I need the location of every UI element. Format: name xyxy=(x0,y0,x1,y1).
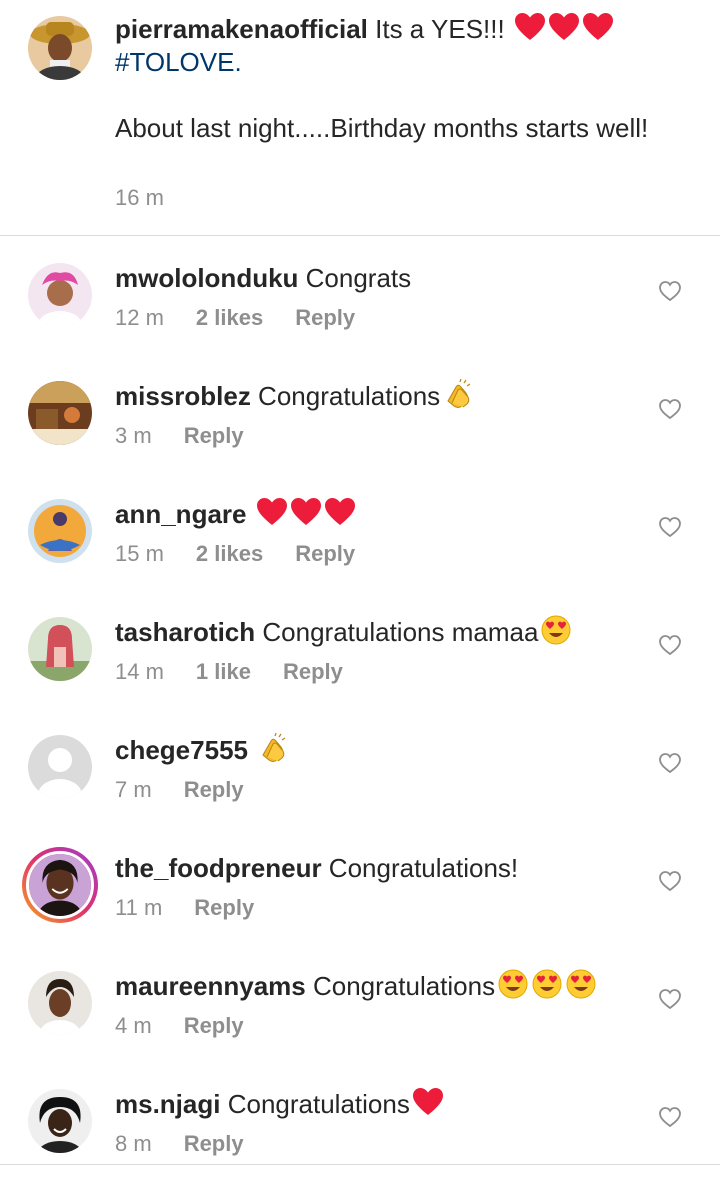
comment-text: Congratulations xyxy=(250,381,441,411)
post-caption: pierramakenaofficial Its a YES!!! #TOLOV… xyxy=(0,0,720,236)
comment-time: 3 m xyxy=(115,423,152,448)
caption-body: pierramakenaofficial Its a YES!!! #TOLOV… xyxy=(115,12,695,145)
comment-avatar[interactable] xyxy=(28,381,92,445)
comment-likes[interactable]: 2 likes xyxy=(196,541,263,566)
caption-hashtag[interactable]: #TOLOVE. xyxy=(115,47,242,77)
caption-text: Its a YES!!! xyxy=(375,14,505,44)
clapping-hands-icon xyxy=(262,733,286,762)
comment-row: chege7555 7 m Reply xyxy=(0,733,720,853)
like-heart-icon[interactable] xyxy=(658,751,682,775)
comment-username[interactable]: chege7555 xyxy=(115,735,248,765)
reply-button[interactable]: Reply xyxy=(194,895,254,920)
comment-likes[interactable]: 2 likes xyxy=(196,305,263,330)
comment-text: Congratulations mamaa xyxy=(255,617,539,647)
clapping-hands-icon xyxy=(447,379,471,408)
comment-avatar[interactable] xyxy=(28,1089,92,1153)
comment-username[interactable]: ms.njagi xyxy=(115,1089,220,1119)
red-heart-icon xyxy=(256,498,287,525)
reply-button[interactable]: Reply xyxy=(283,659,343,684)
red-heart-icon xyxy=(412,1088,443,1115)
caption-emojis xyxy=(512,13,614,44)
comment-text: Congratulations! xyxy=(321,853,519,883)
like-heart-icon[interactable] xyxy=(658,633,682,657)
comment-text-line: tasharotich Congratulations mamaa xyxy=(115,615,572,649)
like-heart-icon[interactable] xyxy=(658,1105,682,1129)
comment-meta: 8 m Reply xyxy=(115,1131,276,1157)
heart-eyes-face-icon xyxy=(498,969,528,999)
comment-meta: 11 m Reply xyxy=(115,895,286,921)
comment-time: 15 m xyxy=(115,541,164,566)
comment-username[interactable]: maureennyams xyxy=(115,971,306,1001)
red-heart-icon xyxy=(548,13,579,40)
comment-time: 12 m xyxy=(115,305,164,330)
comment-meta: 3 m Reply xyxy=(115,423,276,449)
like-heart-icon[interactable] xyxy=(658,515,682,539)
comment-meta: 12 m 2 likes Reply xyxy=(115,305,387,331)
comment-username[interactable]: the_foodpreneur xyxy=(115,853,322,883)
reply-button[interactable]: Reply xyxy=(184,777,244,802)
comment-row: ms.njagi Congratulations 8 m Reply xyxy=(0,1087,720,1184)
comment-text-line: ms.njagi Congratulations xyxy=(115,1087,444,1121)
caption-text-2: About last night.....Birthday months sta… xyxy=(115,113,649,143)
reply-button[interactable]: Reply xyxy=(184,423,244,448)
comment-text-line: mwololonduku Congrats xyxy=(115,261,411,295)
comment-meta: 15 m 2 likes Reply xyxy=(115,541,387,567)
comment-text-line: chege7555 xyxy=(115,733,289,767)
comment-meta: 7 m Reply xyxy=(115,777,276,803)
comment-avatar[interactable] xyxy=(28,263,92,327)
comment-time: 14 m xyxy=(115,659,164,684)
caption-time: 16 m xyxy=(115,185,164,210)
caption-avatar[interactable] xyxy=(28,16,92,80)
comment-avatar[interactable] xyxy=(28,499,92,563)
bottom-divider xyxy=(0,1164,720,1165)
comment-meta: 4 m Reply xyxy=(115,1013,276,1039)
comment-time: 8 m xyxy=(115,1131,152,1156)
like-heart-icon[interactable] xyxy=(658,869,682,893)
comment-username[interactable]: ann_ngare xyxy=(115,499,247,529)
reply-button[interactable]: Reply xyxy=(295,305,355,330)
reply-button[interactable]: Reply xyxy=(295,541,355,566)
comment-time: 7 m xyxy=(115,777,152,802)
comment-text-line: ann_ngare xyxy=(115,497,356,531)
like-heart-icon[interactable] xyxy=(658,397,682,421)
caption-username[interactable]: pierramakenaofficial xyxy=(115,14,368,44)
comment-username[interactable]: mwololonduku xyxy=(115,263,298,293)
comment-avatar[interactable] xyxy=(28,617,92,681)
comment-username[interactable]: missroblez xyxy=(115,381,251,411)
comment-time: 11 m xyxy=(115,895,163,920)
like-heart-icon[interactable] xyxy=(658,279,682,303)
comment-meta: 14 m 1 like Reply xyxy=(115,659,375,685)
heart-eyes-face-icon xyxy=(566,969,596,999)
comment-text: Congratulations xyxy=(305,971,496,1001)
comment-avatar[interactable] xyxy=(22,847,98,923)
comment-row: ann_ngare 15 m 2 likes Reply xyxy=(0,497,720,617)
reply-button[interactable]: Reply xyxy=(184,1013,244,1038)
red-heart-icon xyxy=(324,498,355,525)
comment-avatar[interactable] xyxy=(28,971,92,1035)
comment-text-line: the_foodpreneur Congratulations! xyxy=(115,851,518,885)
comment-text: Congratulations xyxy=(220,1089,410,1119)
comment-text: Congrats xyxy=(298,263,412,293)
red-heart-icon xyxy=(514,13,545,40)
comment-row: maureennyams Congratulations 4 m Reply xyxy=(0,969,720,1089)
comment-row: tasharotich Congratulations mamaa 14 m 1 l… xyxy=(0,615,720,735)
comment-text-line: missroblez Congratulations xyxy=(115,379,474,413)
reply-button[interactable]: Reply xyxy=(184,1131,244,1156)
comment-likes[interactable]: 1 like xyxy=(196,659,251,684)
comment-avatar[interactable] xyxy=(28,735,92,799)
red-heart-icon xyxy=(290,498,321,525)
comment-row: missroblez Congratulations 3 m Reply xyxy=(0,379,720,499)
heart-eyes-face-icon xyxy=(532,969,562,999)
comment-row: mwololonduku Congrats 12 m 2 likes Reply xyxy=(0,263,720,381)
red-heart-icon xyxy=(582,13,613,40)
comment-username[interactable]: tasharotich xyxy=(115,617,255,647)
comment-time: 4 m xyxy=(115,1013,152,1038)
caption-divider xyxy=(0,235,720,236)
like-heart-icon[interactable] xyxy=(658,987,682,1011)
comment-text-line: maureennyams Congratulations xyxy=(115,969,597,1003)
comment-row: the_foodpreneur Congratulations! 11 m Repl… xyxy=(0,847,720,971)
heart-eyes-face-icon xyxy=(541,615,571,645)
